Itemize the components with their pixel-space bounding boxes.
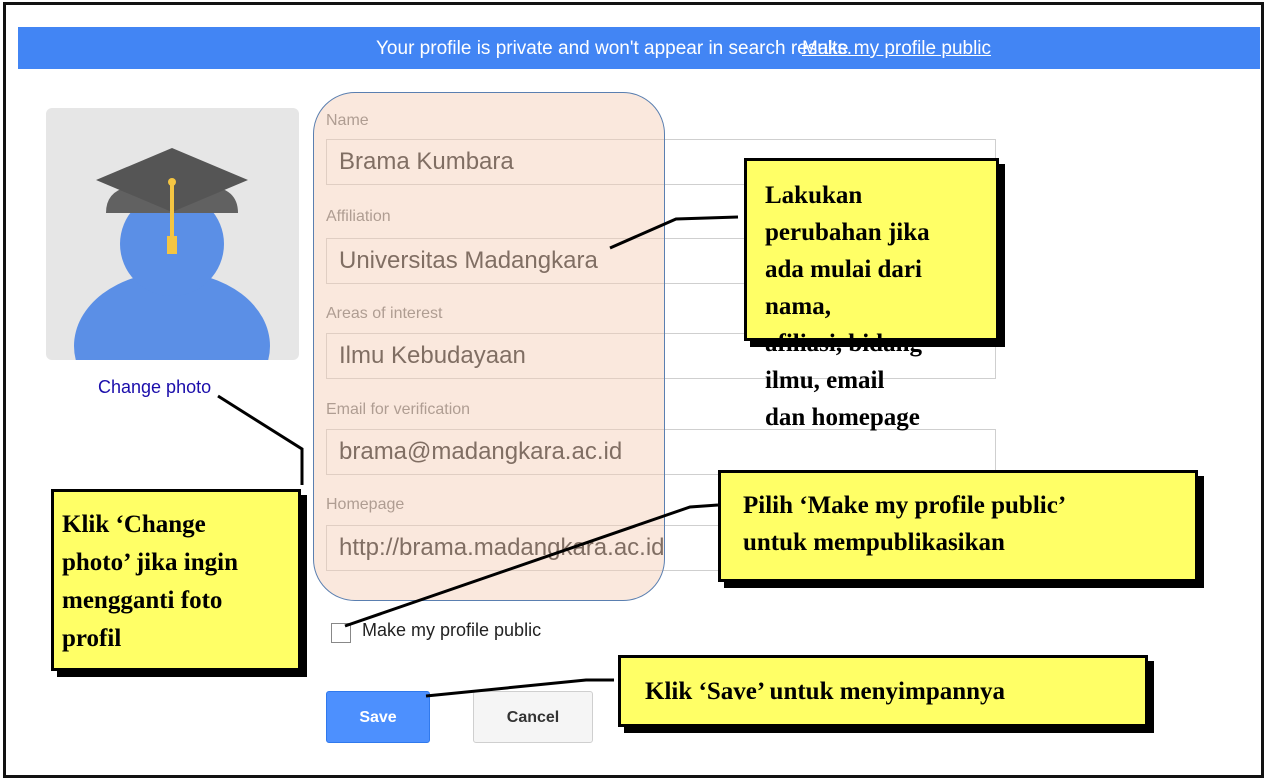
callout-public-line-2: untuk mempublikasikan xyxy=(743,529,1005,556)
callout-photo-line-4: profil xyxy=(62,625,122,652)
connector-photo xyxy=(217,394,304,485)
callout-photo: Klik ‘Change photo’ jika ingin mengganti… xyxy=(51,489,301,671)
callout-public-line-1: Pilih ‘Make my profile public’ xyxy=(743,492,1067,519)
callout-save: Klik ‘Save’ untuk menyimpannya xyxy=(618,655,1148,727)
callout-photo-line-3: mengganti foto xyxy=(62,587,223,614)
callout-edit-line-2: ada mulai dari nama, xyxy=(765,256,922,320)
callout-edit: Lakukan perubahan jika ada mulai dari na… xyxy=(744,158,999,431)
connector-public xyxy=(344,503,719,628)
callout-edit-line-3: afiliasi, bidang ilmu, email xyxy=(765,330,922,394)
connector-edit xyxy=(609,215,739,250)
callout-public: Pilih ‘Make my profile public’ untuk mem… xyxy=(718,470,1198,582)
callout-photo-line-2: photo’ jika ingin xyxy=(62,549,238,576)
callout-photo-line-1: Klik ‘Change xyxy=(62,511,206,538)
callout-save-line-1: Klik ‘Save’ untuk menyimpannya xyxy=(645,678,1006,705)
callout-edit-line-1: Lakukan perubahan jika xyxy=(765,182,930,246)
callout-edit-line-4: dan homepage xyxy=(765,404,920,431)
connector-save xyxy=(425,678,614,698)
screenshot-frame: Your profile is private and won't appear… xyxy=(3,2,1264,778)
